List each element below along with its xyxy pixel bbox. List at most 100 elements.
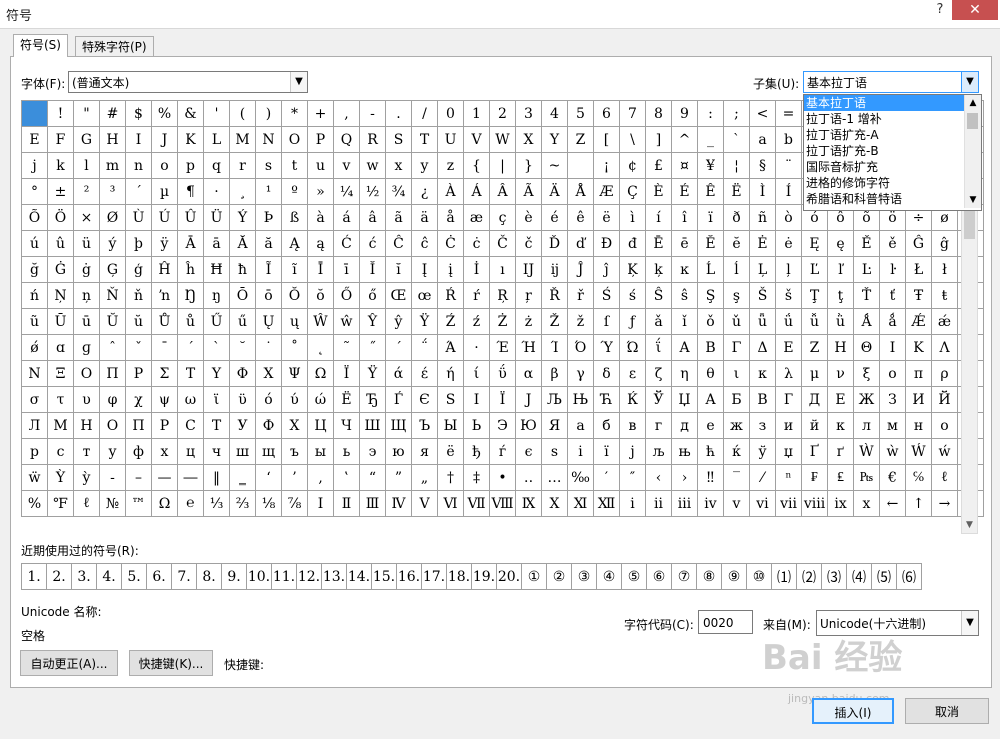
recent-symbol-cell[interactable]: 15. xyxy=(371,563,397,590)
symbol-cell[interactable]: ì xyxy=(619,204,646,231)
symbol-cell[interactable]: ļ xyxy=(775,256,802,283)
symbol-cell[interactable]: Θ xyxy=(853,334,880,361)
symbol-cell[interactable]: θ xyxy=(697,360,724,387)
subset-option[interactable]: 国际音标扩充 xyxy=(804,159,981,175)
symbol-cell[interactable]: · xyxy=(463,334,490,361)
symbol-cell[interactable]: ¾ xyxy=(385,178,412,205)
symbol-cell[interactable]: ™ xyxy=(125,490,152,517)
symbol-cell[interactable]: ˇ xyxy=(125,334,152,361)
symbol-cell[interactable]: ⅳ xyxy=(697,490,724,517)
subset-option[interactable]: 拉丁语-1 增补 xyxy=(804,111,981,127)
symbol-cell[interactable]: М xyxy=(47,412,74,439)
symbol-cell[interactable]: ά xyxy=(385,360,412,387)
symbol-cell[interactable]: Ⅸ xyxy=(515,490,542,517)
scroll-down-icon[interactable]: ▼ xyxy=(962,517,977,533)
symbol-cell[interactable]: з xyxy=(749,412,776,439)
symbol-cell[interactable]: Ј xyxy=(515,386,542,413)
recent-symbol-cell[interactable]: ⑷ xyxy=(846,563,872,590)
symbol-cell[interactable]: ΅ xyxy=(411,334,438,361)
symbol-cell[interactable]: ˉ xyxy=(151,334,178,361)
symbol-cell[interactable]: ⅔ xyxy=(229,490,256,517)
symbol-cell[interactable]: 1 xyxy=(463,100,490,127)
symbol-cell[interactable]: ġ xyxy=(73,256,100,283)
symbol-cell[interactable]: z xyxy=(437,152,464,179)
symbol-cell[interactable]: ÿ xyxy=(151,230,178,257)
symbol-cell[interactable]: ћ xyxy=(697,438,724,465)
symbol-cell[interactable]: Њ xyxy=(567,386,594,413)
symbol-cell[interactable]: ĝ xyxy=(931,230,958,257)
symbol-cell[interactable]: y xyxy=(411,152,438,179)
symbol-cell[interactable]: ι xyxy=(723,360,750,387)
symbol-cell[interactable]: œ xyxy=(411,282,438,309)
symbol-cell[interactable]: Ā xyxy=(177,230,204,257)
symbol-cell[interactable]: đ xyxy=(619,230,646,257)
symbol-cell[interactable]: а xyxy=(567,412,594,439)
symbol-cell[interactable]: Ε xyxy=(775,334,802,361)
symbol-cell[interactable]: Ω xyxy=(307,360,334,387)
symbol-cell[interactable]: ж xyxy=(723,412,750,439)
symbol-cell[interactable]: Ŧ xyxy=(905,282,932,309)
symbol-cell[interactable]: = xyxy=(775,100,802,127)
recent-symbol-cell[interactable]: 6. xyxy=(146,563,172,590)
recent-symbol-cell[interactable]: ⑸ xyxy=(871,563,897,590)
symbol-cell[interactable]: ¶ xyxy=(177,178,204,205)
symbol-cell[interactable]: Ⅰ xyxy=(307,490,334,517)
recent-symbol-cell[interactable]: ⑦ xyxy=(671,563,697,590)
symbol-cell[interactable]: o xyxy=(151,152,178,179)
symbol-cell[interactable]: % xyxy=(21,490,48,517)
symbol-cell[interactable]: ž xyxy=(567,308,594,335)
symbol-cell[interactable]: t xyxy=(281,152,308,179)
symbol-cell[interactable]: ; xyxy=(723,100,750,127)
symbol-cell[interactable]: ΐ xyxy=(645,334,672,361)
symbol-cell[interactable]: ρ xyxy=(931,360,958,387)
symbol-cell[interactable]: γ xyxy=(567,360,594,387)
symbol-cell[interactable]: Щ xyxy=(385,412,412,439)
symbol-cell[interactable]: ţ xyxy=(827,282,854,309)
symbol-cell[interactable]: Π xyxy=(99,360,126,387)
symbol-cell[interactable]: „ xyxy=(411,464,438,491)
symbol-cell[interactable]: š xyxy=(775,282,802,309)
symbol-cell[interactable]: - xyxy=(359,100,386,127)
symbol-cell[interactable]: ǜ xyxy=(827,308,854,335)
symbol-cell[interactable]: ī xyxy=(333,256,360,283)
symbol-cell[interactable]: Ď xyxy=(541,230,568,257)
symbol-cell[interactable]: Ģ xyxy=(99,256,126,283)
symbol-cell[interactable]: Д xyxy=(801,386,828,413)
symbol-cell[interactable]: Ъ xyxy=(411,412,438,439)
symbol-cell[interactable]: ί xyxy=(463,360,490,387)
recent-symbol-cell[interactable]: ⑩ xyxy=(746,563,772,590)
symbol-cell[interactable]: Χ xyxy=(255,360,282,387)
symbol-cell[interactable]: Ų xyxy=(255,308,282,335)
symbol-cell[interactable]: ю xyxy=(385,438,412,465)
symbol-cell[interactable]: ъ xyxy=(281,438,308,465)
symbol-cell[interactable]: ĕ xyxy=(723,230,750,257)
symbol-cell[interactable]: » xyxy=(307,178,334,205)
symbol-cell[interactable]: Ĉ xyxy=(385,230,412,257)
symbol-cell[interactable]: Ω xyxy=(151,490,178,517)
symbol-cell[interactable]: ± xyxy=(47,178,74,205)
symbol-cell[interactable]: T xyxy=(411,126,438,153)
symbol-cell[interactable]: ė xyxy=(775,230,802,257)
symbol-cell[interactable]: — xyxy=(151,464,178,491)
symbol-cell[interactable]: Ỳ xyxy=(47,464,74,491)
symbol-cell[interactable]: ) xyxy=(255,100,282,127)
symbol-cell[interactable]: [ xyxy=(593,126,620,153)
symbol-cell[interactable]: _ xyxy=(697,126,724,153)
symbol-cell[interactable]: ‼ xyxy=(697,464,724,491)
symbol-cell[interactable]: ĉ xyxy=(411,230,438,257)
symbol-cell[interactable]: → xyxy=(931,490,958,517)
symbol-cell[interactable]: Œ xyxy=(385,282,412,309)
symbol-cell[interactable]: ℓ xyxy=(73,490,100,517)
symbol-cell[interactable]: ä xyxy=(411,204,438,231)
symbol-cell[interactable]: ^ xyxy=(671,126,698,153)
recent-symbol-cell[interactable]: ⑹ xyxy=(896,563,922,590)
symbol-cell[interactable]: ɡ xyxy=(73,334,100,361)
symbol-cell[interactable]: Ý xyxy=(229,204,256,231)
symbol-cell[interactable]: Ĕ xyxy=(697,230,724,257)
symbol-cell[interactable]: υ xyxy=(73,386,100,413)
symbol-cell[interactable]: W xyxy=(489,126,516,153)
scroll-down-icon[interactable]: ▼ xyxy=(965,192,981,208)
symbol-cell[interactable]: ` xyxy=(723,126,750,153)
symbol-cell[interactable]: Ŝ xyxy=(645,282,672,309)
symbol-cell[interactable]: . xyxy=(385,100,412,127)
